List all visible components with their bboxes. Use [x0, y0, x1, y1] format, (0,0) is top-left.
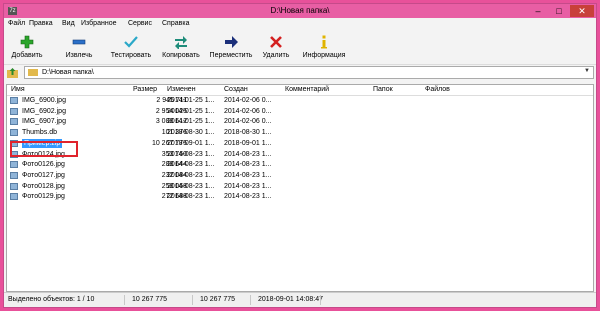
file-icon: [10, 171, 18, 179]
file-row[interactable]: IMG_6900.jpg 2 945 711 2014-01-25 1... 2014…: [7, 96, 593, 105]
file-row[interactable]: IMG_6902.jpg 2 954 025 2014-01-25 1... 2014…: [7, 107, 593, 116]
file-icon: [10, 182, 18, 190]
column-header: Имя Размер Изменен Создан Комментарий Па…: [7, 85, 593, 96]
toolbar: Добавить Извлечь Тестировать Копировать …: [4, 31, 596, 65]
file-name: IMG_6900.jpg: [22, 97, 66, 104]
folder-icon: [28, 69, 38, 76]
file-icon: [10, 193, 18, 201]
file-created: 2014-02-06 0...: [224, 97, 272, 104]
file-modified: 2014-08-23 1...: [167, 193, 215, 201]
file-row[interactable]: Фото0127.jpg 232 084 2014-08-23 1... 2014-0…: [7, 171, 593, 180]
col-files[interactable]: Файлов: [425, 86, 450, 93]
file-row[interactable]: Фото0128.jpg 258 068 2014-08-23 1... 2014-0…: [7, 182, 593, 191]
file-created: 2014-08-23 1...: [224, 171, 272, 179]
extract-button[interactable]: Извлечь: [59, 31, 99, 63]
info-icon: [321, 35, 327, 49]
move-button[interactable]: Переместить: [206, 31, 256, 63]
file-name: Thumbs.db: [22, 129, 58, 137]
col-created[interactable]: Создан: [224, 86, 248, 93]
file-icon: [10, 161, 18, 169]
file-row[interactable]: Фото0124.jpg 353 760 2014-08-23 1... 2014-0…: [7, 150, 593, 159]
plus-icon: [20, 35, 34, 49]
check-icon: [124, 36, 138, 48]
file-row[interactable]: Фото0129.jpg 272 688 2014-08-23 1... 2014-0…: [7, 192, 593, 201]
file-list: Имя Размер Изменен Создан Комментарий Па…: [6, 84, 594, 292]
up-folder-icon[interactable]: [7, 67, 18, 78]
close-button[interactable]: ✕: [570, 5, 594, 17]
file-row[interactable]: Thumbs.db 101 376 2018-08-30 1... 2018-08-3…: [7, 128, 593, 137]
file-row[interactable]: Пример.zip 10 267 775 2018-09-01 1... 2018-…: [7, 138, 593, 148]
file-row[interactable]: Фото0126.jpg 288 644 2014-08-23 1... 2014-0…: [7, 160, 593, 169]
file-name: Фото0128.jpg: [22, 182, 65, 190]
file-modified: 2014-01-25 1...: [167, 118, 215, 126]
file-name: Фото0126.jpg: [22, 161, 65, 169]
add-button[interactable]: Добавить: [7, 31, 47, 63]
status-bar: Выделено объектов: 1 / 10 10 267 775 10 …: [4, 292, 596, 307]
col-folders[interactable]: Папок: [373, 86, 393, 93]
title-bar: 7z D:\Новая папка\ – □ ✕: [4, 4, 596, 18]
menu-edit[interactable]: Правка: [29, 20, 53, 27]
move-arrow-icon: [225, 36, 238, 48]
file-name: IMG_6902.jpg: [22, 107, 66, 115]
file-modified: 2018-08-30 1...: [167, 129, 215, 137]
status-size-1: 10 267 775: [132, 296, 168, 303]
menu-help[interactable]: Справка: [162, 20, 189, 27]
window-title: D:\Новая папка\: [270, 6, 330, 15]
menu-file[interactable]: Файл: [8, 20, 25, 27]
chevron-down-icon[interactable]: ▼: [584, 68, 590, 74]
file-created: 2014-08-23 1...: [224, 161, 272, 169]
delete-x-icon: [270, 36, 282, 48]
file-created: 2014-08-23 1...: [224, 182, 272, 190]
file-created: 2014-08-23 1...: [224, 193, 272, 201]
file-modified: 2014-08-23 1...: [167, 182, 215, 190]
col-modified[interactable]: Изменен: [167, 86, 196, 93]
file-icon: [10, 129, 18, 137]
address-bar: D:\Новая папка\ ▼: [4, 64, 596, 82]
status-datetime: 2018-09-01 14:08:47: [258, 296, 323, 303]
col-comment[interactable]: Комментарий: [285, 86, 329, 93]
delete-button[interactable]: Удалить: [260, 31, 292, 63]
file-icon: [10, 107, 18, 115]
copy-arrows-icon: [175, 36, 187, 49]
app-window: 7z D:\Новая папка\ – □ ✕ Файл Правка Вид…: [3, 3, 597, 308]
col-size[interactable]: Размер: [133, 86, 157, 93]
file-created: 2014-02-06 0...: [224, 118, 272, 126]
red-highlight-box: [10, 141, 78, 157]
file-modified: 2018-09-01 1...: [167, 139, 215, 147]
file-created: 2014-08-23 1...: [224, 150, 272, 158]
menu-favorites[interactable]: Избранное: [81, 20, 116, 27]
file-icon: [10, 118, 18, 126]
file-created: 2018-08-30 1...: [224, 129, 272, 137]
file-name: Фото0129.jpg: [22, 193, 65, 201]
file-modified: 2014-08-23 1...: [167, 171, 215, 179]
copy-button[interactable]: Копировать: [159, 31, 203, 63]
file-modified: 2014-08-23 1...: [167, 150, 215, 158]
file-modified: 2014-01-25 1...: [167, 107, 215, 115]
file-icon: [10, 97, 18, 104]
test-button[interactable]: Тестировать: [108, 31, 154, 63]
minimize-button[interactable]: –: [529, 5, 547, 17]
file-name: IMG_6907.jpg: [22, 118, 66, 126]
address-field[interactable]: D:\Новая папка\ ▼: [24, 66, 594, 79]
menu-view[interactable]: Вид: [62, 20, 75, 27]
col-name[interactable]: Имя: [11, 86, 25, 93]
menu-tools[interactable]: Сервис: [128, 20, 152, 27]
file-row[interactable]: IMG_6907.jpg 3 088 612 2014-01-25 1... 2014…: [7, 117, 593, 126]
maximize-button[interactable]: □: [550, 5, 568, 17]
file-created: 2014-02-06 0...: [224, 107, 272, 115]
file-created: 2018-09-01 1...: [224, 139, 272, 147]
minus-icon: [72, 39, 86, 45]
file-modified: 2014-01-25 1...: [167, 97, 215, 104]
file-name: Фото0127.jpg: [22, 171, 65, 179]
file-modified: 2014-08-23 1...: [167, 161, 215, 169]
status-size-2: 10 267 775: [200, 296, 236, 303]
selection-count: Выделено объектов: 1 / 10: [8, 296, 95, 303]
info-button[interactable]: Информация: [300, 31, 348, 63]
menu-bar: Файл Правка Вид Избранное Сервис Справка: [4, 18, 596, 30]
